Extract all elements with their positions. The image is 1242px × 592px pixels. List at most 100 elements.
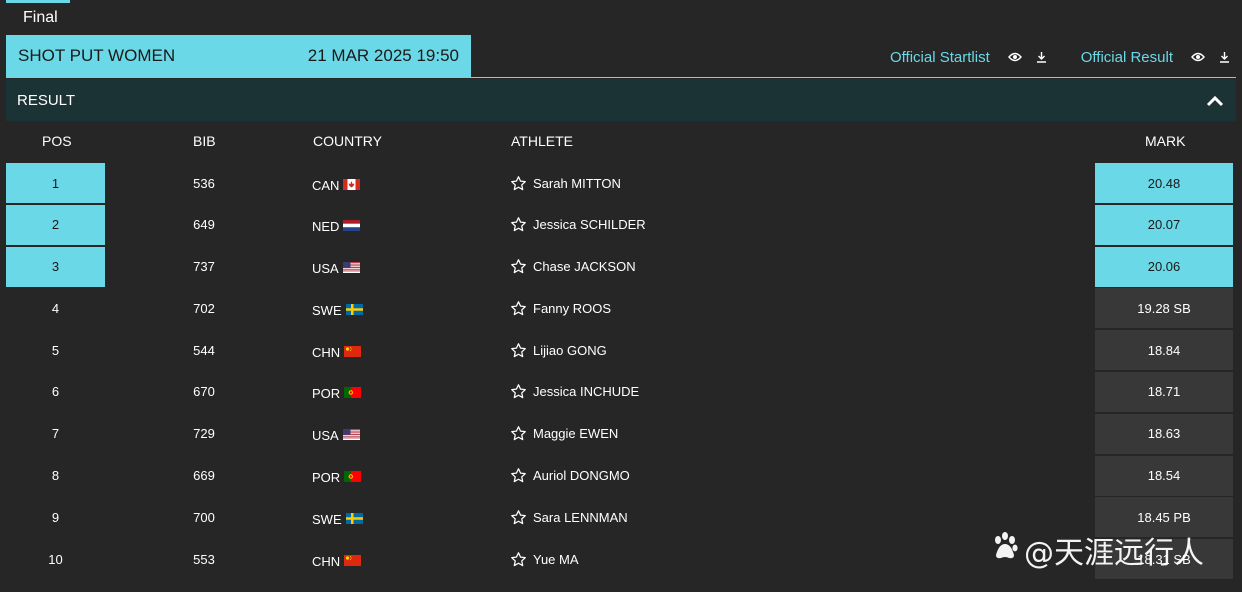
athlete-name[interactable]: Lijiao GONG (533, 343, 607, 358)
star-icon[interactable] (510, 300, 527, 317)
download-icon[interactable] (1219, 51, 1230, 63)
mark-cell: 18.54 (1095, 455, 1233, 496)
portugal-flag-icon (344, 386, 362, 399)
sweden-flag-icon (345, 303, 363, 315)
result-section-title: RESULT (17, 91, 76, 109)
column-header-athlete: ATHLETE (511, 133, 573, 149)
star-icon[interactable] (510, 467, 527, 484)
tab-final[interactable]: Final (6, 0, 70, 34)
athlete-cell: Auriol DONGMO (510, 456, 810, 496)
country-code: CHN (312, 344, 341, 360)
mark-cell: 20.48 (1095, 163, 1233, 203)
canada-flag-icon (343, 178, 361, 190)
country-cell: SWE (312, 497, 392, 537)
table-row: 5 544 CHN Lijiao GONG 18.84 (6, 330, 1236, 372)
portugal-flag-icon (344, 470, 362, 483)
athlete-cell: Jessica INCHUDE (510, 372, 810, 412)
position-cell: 5 (51, 342, 60, 358)
china-flag-icon (344, 345, 362, 357)
bib-cell: 669 (193, 468, 215, 484)
country-code: USA (312, 261, 339, 277)
country-code: CHN (312, 553, 341, 569)
mark-cell: 19.28 SB (1095, 288, 1233, 329)
bib-cell: 700 (193, 509, 215, 525)
event-datetime: 21 MAR 2025 19:50 (307, 46, 459, 65)
athlete-cell: Sarah MITTON (510, 163, 810, 203)
country-cell: CAN (312, 163, 392, 203)
eye-icon[interactable] (1007, 52, 1022, 62)
athlete-name[interactable]: Fanny ROOS (533, 301, 611, 316)
star-icon[interactable] (510, 258, 527, 275)
position-cell: 3 (6, 246, 105, 287)
star-icon[interactable] (510, 175, 527, 192)
position-cell: 4 (51, 300, 60, 316)
athlete-cell: Lijiao GONG (510, 330, 810, 370)
bib-cell: 544 (193, 342, 215, 358)
athlete-name[interactable]: Maggie EWEN (533, 426, 618, 441)
star-icon[interactable] (510, 425, 527, 442)
athlete-name[interactable]: Sarah MITTON (533, 176, 621, 191)
table-row: 4 702 SWE Fanny ROOS 19.28 SB (6, 288, 1236, 330)
star-icon[interactable] (510, 342, 527, 359)
athlete-name[interactable]: Chase JACKSON (533, 259, 636, 274)
table-row: 3 737 USA Chase JACKSON 20.06 (6, 246, 1236, 289)
athlete-name[interactable]: Jessica INCHUDE (533, 384, 639, 399)
country-cell: USA (312, 247, 392, 287)
chevron-up-icon[interactable] (1206, 92, 1224, 109)
column-header-bib: BIB (193, 133, 216, 149)
bib-cell: 553 (193, 551, 215, 567)
athlete-cell: Yue MA (510, 539, 810, 579)
official-startlist-link[interactable]: Official Startlist (890, 49, 1047, 66)
result-section-header[interactable]: RESULT (6, 79, 1236, 121)
star-icon[interactable] (510, 551, 527, 568)
athlete-name[interactable]: Yue MA (533, 552, 579, 567)
bib-cell: 670 (193, 384, 215, 400)
position-cell: 9 (51, 509, 60, 525)
sweden-flag-icon (345, 512, 363, 524)
event-name: SHOT PUT WOMEN (18, 46, 176, 65)
usa-flag-icon (342, 428, 360, 441)
position-cell: 10 (48, 551, 63, 567)
country-code: SWE (312, 302, 342, 318)
athlete-name[interactable]: Jessica SCHILDER (533, 217, 646, 232)
watermark: @天涯远行人 (990, 528, 1204, 572)
table-row: 7 729 USA Maggie EWEN 18.63 (6, 413, 1236, 456)
mark-cell: 20.06 (1095, 246, 1233, 287)
athlete-cell: Chase JACKSON (510, 247, 810, 287)
bib-cell: 536 (193, 175, 215, 191)
bib-cell: 737 (193, 259, 215, 275)
baidu-paw-icon (990, 531, 1020, 569)
star-icon[interactable] (510, 216, 527, 233)
country-cell: POR (312, 456, 392, 496)
official-startlist-label[interactable]: Official Startlist (890, 49, 990, 66)
eye-icon[interactable] (1191, 52, 1205, 62)
table-column-headers: POS BIB COUNTRY ATHLETE MARK (6, 133, 1236, 155)
star-icon[interactable] (510, 383, 527, 400)
table-row: 2 649 NED Jessica SCHILDER 20.07 (6, 204, 1236, 247)
usa-flag-icon (342, 261, 360, 274)
country-code: NED (312, 219, 340, 235)
watermark-text: @天涯远行人 (1024, 536, 1204, 571)
athlete-cell: Maggie EWEN (510, 414, 810, 454)
athlete-name[interactable]: Sara LENNMAN (533, 510, 628, 525)
official-result-label[interactable]: Official Result (1081, 49, 1173, 66)
athlete-cell: Sara LENNMAN (510, 497, 810, 537)
position-cell: 1 (6, 163, 105, 203)
athlete-name[interactable]: Auriol DONGMO (533, 468, 630, 483)
country-cell: NED (312, 205, 392, 245)
table-row: 6 670 POR Jessica INCHUDE 18.71 (6, 371, 1236, 414)
official-result-link[interactable]: Official Result (1081, 49, 1230, 66)
country-cell: SWE (312, 288, 392, 328)
event-header: SHOT PUT WOMEN 21 MAR 2025 19:50 (6, 35, 471, 77)
bib-cell: 702 (193, 300, 215, 316)
table-row: 8 669 POR Auriol DONGMO 18.54 (6, 455, 1236, 498)
bib-cell: 649 (193, 217, 215, 233)
download-icon[interactable] (1036, 51, 1047, 63)
country-code: SWE (312, 511, 342, 527)
column-header-pos: POS (42, 133, 72, 149)
athlete-cell: Fanny ROOS (510, 288, 810, 328)
table-row: 1 536 CAN Sarah MITTON 20.48 (6, 163, 1236, 205)
mark-cell: 18.71 (1095, 371, 1233, 412)
star-icon[interactable] (510, 509, 527, 526)
country-cell: CHN (312, 330, 392, 370)
